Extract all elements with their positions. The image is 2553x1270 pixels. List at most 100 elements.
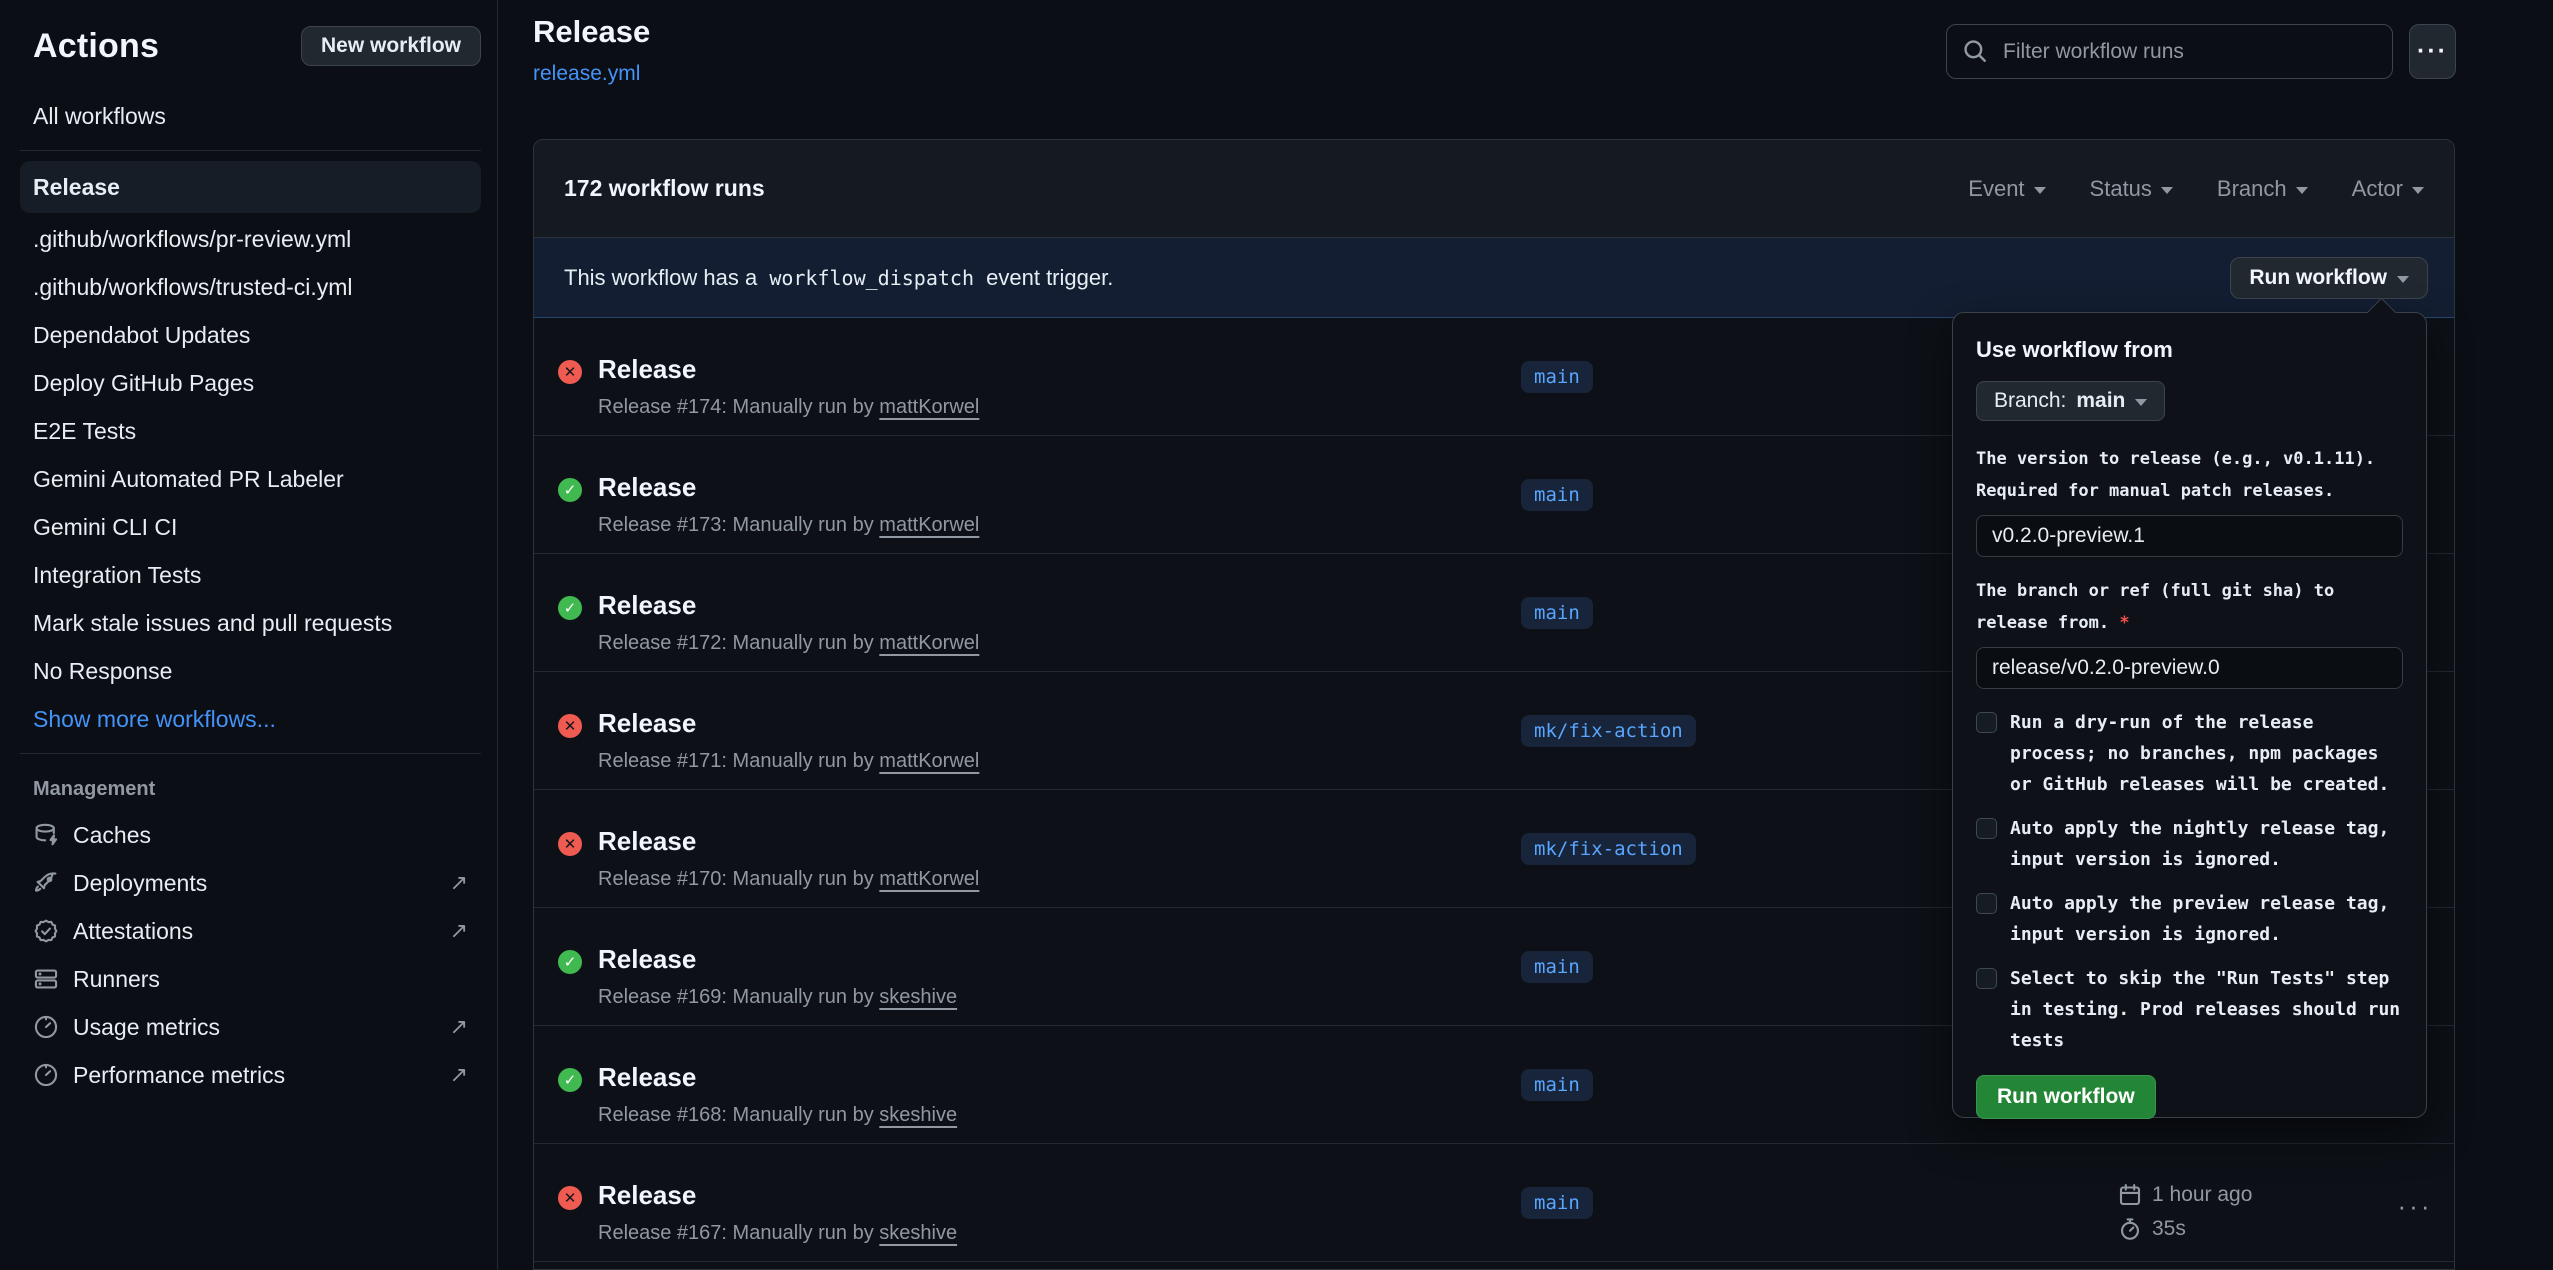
sidebar-item-all-workflows[interactable]: All workflows [20, 92, 481, 140]
run-actor-link[interactable]: mattKorwel [879, 514, 979, 536]
branch-badge[interactable]: main [1521, 1069, 1593, 1101]
checkbox[interactable] [1976, 712, 1997, 733]
workflow-options-button[interactable]: ··· [2409, 24, 2456, 79]
filter-dropdown[interactable]: Branch [2217, 176, 2308, 202]
stopwatch-icon [2118, 1217, 2142, 1241]
workflow-dispatch-banner: This workflow has a workflow_dispatch ev… [534, 238, 2454, 318]
run-description: Release #174: Manually run by mattKorwel [598, 396, 979, 419]
run-actor-link[interactable]: mattKorwel [879, 868, 979, 890]
branch-badge[interactable]: main [1521, 597, 1593, 629]
run-title-link[interactable]: Release [598, 472, 696, 503]
management-item-label: Performance metrics [73, 1062, 450, 1089]
run-actor-link[interactable]: skeshive [879, 1104, 957, 1126]
run-description: Release #169: Manually run by skeshive [598, 986, 957, 1009]
dialog-checkbox-row: Auto apply the nightly release tag, inpu… [1976, 813, 2403, 875]
run-description: Release #170: Manually run by mattKorwel [598, 868, 979, 891]
run-actor-link[interactable]: mattKorwel [879, 396, 979, 418]
branch-badge[interactable]: main [1521, 1187, 1593, 1219]
sidebar-item-workflow[interactable]: Deploy GitHub Pages [20, 359, 481, 407]
branch-badge[interactable]: main [1521, 361, 1593, 393]
run-title-link[interactable]: Release [598, 354, 696, 385]
banner-text-suffix: event trigger. [986, 265, 1113, 290]
sidebar-item-workflow[interactable]: Dependabot Updates [20, 311, 481, 359]
branch-badge[interactable]: mk/fix-action [1521, 833, 1696, 865]
workflow-file-link[interactable]: release.yml [533, 62, 640, 86]
branch-badge[interactable]: main [1521, 951, 1593, 983]
run-workflow-dropdown-button[interactable]: Run workflow [2230, 257, 2428, 299]
banner-code: workflow_dispatch [769, 266, 974, 290]
run-title-link[interactable]: Release [598, 826, 696, 857]
sidebar-item-management[interactable]: Runners [20, 955, 481, 1003]
ref-input[interactable] [1976, 647, 2403, 689]
run-title-link[interactable]: Release [598, 944, 696, 975]
run-title-link[interactable]: Release [598, 590, 696, 621]
run-status-icon [558, 950, 582, 974]
sidebar-item-management[interactable]: Attestations ↗ [20, 907, 481, 955]
sidebar-item-management[interactable]: Performance metrics ↗ [20, 1051, 481, 1099]
workflow-run-row[interactable]: Release Release #167: Manually run by sk… [534, 1144, 2454, 1262]
checkbox[interactable] [1976, 893, 1997, 914]
run-description: Release #168: Manually run by skeshive [598, 1104, 957, 1127]
verified-icon [33, 918, 59, 944]
sidebar-item-workflow[interactable]: Gemini CLI CI [20, 503, 481, 551]
sidebar-item-workflow[interactable]: .github/workflows/pr-review.yml [20, 215, 481, 263]
management-item-label: Usage metrics [73, 1014, 450, 1041]
checkbox-label: Run a dry-run of the release process; no… [2010, 707, 2403, 800]
dialog-checkbox-list: Run a dry-run of the release process; no… [1976, 707, 2403, 1056]
filter-dropdown[interactable]: Actor [2352, 176, 2424, 202]
run-title-link[interactable]: Release [598, 1062, 696, 1093]
run-filters: Event Status Branch Actor [1968, 176, 2424, 202]
run-actor-link[interactable]: mattKorwel [879, 750, 979, 772]
management-item-label: Deployments [73, 870, 450, 897]
version-input[interactable] [1976, 515, 2403, 557]
run-options-button[interactable]: ··· [2379, 1188, 2451, 1224]
run-status-icon [558, 1186, 582, 1210]
branch-badge[interactable]: main [1521, 479, 1593, 511]
banner-text-prefix: This workflow has a [564, 265, 757, 290]
checkbox[interactable] [1976, 818, 1997, 839]
run-description: Release #172: Manually run by mattKorwel [598, 632, 979, 655]
branch-selector-button[interactable]: Branch:main [1976, 381, 2165, 421]
sidebar-item-workflow[interactable]: No Response [20, 647, 481, 695]
run-title-link[interactable]: Release [598, 1180, 696, 1211]
filter-dropdown[interactable]: Event [1968, 176, 2045, 202]
filter-dropdown[interactable]: Status [2090, 176, 2173, 202]
workflow-list: Release .github/workflows/pr-review.yml … [20, 161, 481, 743]
run-duration: 35s [2152, 1212, 2186, 1246]
run-title-link[interactable]: Release [598, 708, 696, 739]
sidebar-item-workflow[interactable]: E2E Tests [20, 407, 481, 455]
sidebar-item-workflow[interactable]: Show more workflows... [20, 695, 481, 743]
chevron-down-icon [2034, 187, 2046, 194]
server-icon [33, 966, 59, 992]
sidebar-item-workflow[interactable]: Gemini Automated PR Labeler [20, 455, 481, 503]
checkbox[interactable] [1976, 968, 1997, 989]
sidebar-item-workflow[interactable]: Mark stale issues and pull requests [20, 599, 481, 647]
run-status-icon [558, 832, 582, 856]
sidebar-item-management[interactable]: Deployments ↗ [20, 859, 481, 907]
meter-icon [33, 1014, 59, 1040]
checkbox-label: Select to skip the "Run Tests" step in t… [2010, 963, 2403, 1056]
sidebar-item-management[interactable]: Caches [20, 811, 481, 859]
cache-icon [33, 822, 59, 848]
management-item-label: Attestations [73, 918, 450, 945]
run-actor-link[interactable]: skeshive [879, 1222, 957, 1244]
run-description: Release #171: Manually run by mattKorwel [598, 750, 979, 773]
checkbox-label: Auto apply the nightly release tag, inpu… [2010, 813, 2403, 875]
run-actor-link[interactable]: skeshive [879, 986, 957, 1008]
management-item-label: Caches [73, 822, 468, 849]
external-link-icon: ↗ [450, 870, 468, 896]
run-actor-link[interactable]: mattKorwel [879, 632, 979, 654]
sidebar-item-management[interactable]: Usage metrics ↗ [20, 1003, 481, 1051]
sidebar-item-workflow[interactable]: Release [20, 161, 481, 213]
run-workflow-submit-button[interactable]: Run workflow [1976, 1075, 2156, 1119]
sidebar-item-workflow[interactable]: .github/workflows/trusted-ci.yml [20, 263, 481, 311]
branch-badge[interactable]: mk/fix-action [1521, 715, 1696, 747]
runs-card-header: 172 workflow runs Event Status Branch [534, 140, 2454, 238]
sidebar-item-workflow[interactable]: Integration Tests [20, 551, 481, 599]
filter-runs-input[interactable] [1946, 24, 2393, 79]
new-workflow-button[interactable]: New workflow [301, 26, 481, 66]
dialog-checkbox-row: Run a dry-run of the release process; no… [1976, 707, 2403, 800]
dialog-checkbox-row: Auto apply the preview release tag, inpu… [1976, 888, 2403, 950]
dialog-title: Use workflow from [1976, 337, 2403, 363]
sidebar-title: Actions [33, 27, 159, 66]
